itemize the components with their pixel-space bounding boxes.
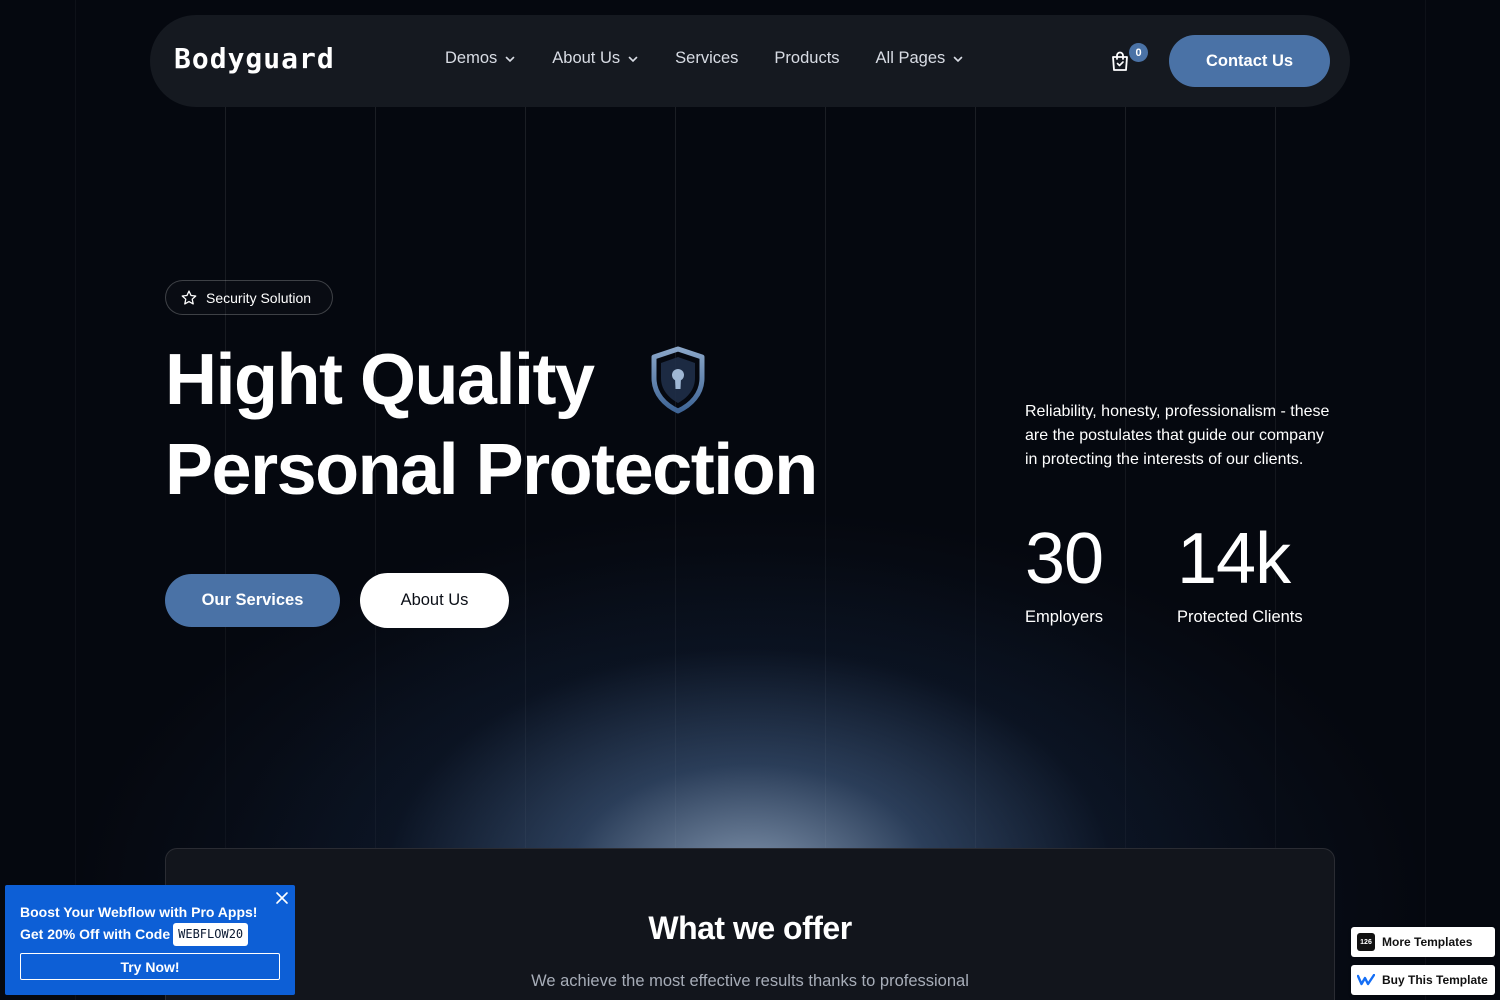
hero-title-line-2: Personal Protection (165, 430, 818, 510)
about-us-button[interactable]: About Us (360, 573, 509, 628)
chevron-down-icon (505, 56, 515, 62)
nav-item-demos[interactable]: Demos (445, 49, 516, 68)
grid-line (1425, 0, 1426, 1000)
hero-tagline: Reliability, honesty, professionalism - … (1025, 403, 1330, 468)
try-now-button[interactable]: Try Now! (20, 953, 280, 980)
top-navbar: Bodyguard Demos About Us Services Produc… (150, 15, 1350, 107)
nav-item-all-pages[interactable]: All Pages (876, 49, 965, 68)
nav-item-products[interactable]: Products (774, 49, 839, 68)
stat-value-employers: 30 (1025, 519, 1104, 599)
our-services-button[interactable]: Our Services (165, 574, 340, 627)
promo-line-2: Get 20% Off with Code (20, 926, 171, 942)
brand-logo[interactable]: Bodyguard (174, 42, 335, 75)
buy-template-button[interactable]: Buy This Template (1351, 965, 1495, 995)
grid-line (825, 100, 826, 850)
nav-item-label: Demos (445, 49, 498, 67)
buy-template-label: Buy This Template (1382, 973, 1488, 987)
nav-item-label: Services (675, 49, 739, 67)
shield-lock-icon (651, 346, 705, 414)
cart-count-badge: 0 (1129, 43, 1148, 62)
contact-us-button[interactable]: Contact Us (1169, 35, 1330, 87)
hero-title-line-1: Hight Quality (165, 340, 595, 420)
grid-line (75, 0, 76, 1000)
star-icon (181, 289, 197, 305)
grid-line (1125, 100, 1126, 850)
nav-item-label: About Us (552, 49, 621, 67)
nav-item-services[interactable]: Services (675, 49, 738, 68)
more-templates-label: More Templates (1382, 935, 1473, 949)
badge-label: Security Solution (206, 289, 312, 306)
promo-text: Boost Your Webflow with Pro Apps! Get 20… (20, 902, 257, 946)
grid-line (1275, 100, 1276, 850)
nav-item-about-us[interactable]: About Us (552, 49, 639, 68)
security-solution-badge: Security Solution (165, 280, 333, 315)
stat-label-clients: Protected Clients (1177, 608, 1303, 626)
close-icon[interactable] (275, 891, 289, 905)
stat-value-clients: 14k (1177, 519, 1291, 599)
grid-line (975, 100, 976, 850)
nav-item-label: Products (774, 49, 840, 67)
template-logo-icon: 126 (1357, 933, 1375, 951)
promo-code: WEBFLOW20 (173, 923, 249, 946)
nav-item-label: All Pages (875, 49, 946, 67)
webflow-logo-icon (1357, 971, 1375, 989)
promo-line-1: Boost Your Webflow with Pro Apps! (20, 904, 258, 920)
promo-banner: Boost Your Webflow with Pro Apps! Get 20… (5, 885, 295, 995)
nav-menu: Demos About Us Services Products All Pag… (445, 49, 1000, 68)
stat-label-employers: Employers (1025, 608, 1103, 626)
more-templates-button[interactable]: 126 More Templates (1351, 927, 1495, 957)
chevron-down-icon (628, 56, 638, 62)
promo-line-2-row: Get 20% Off with Code WEBFLOW20 (20, 923, 257, 946)
chevron-down-icon (953, 56, 963, 62)
